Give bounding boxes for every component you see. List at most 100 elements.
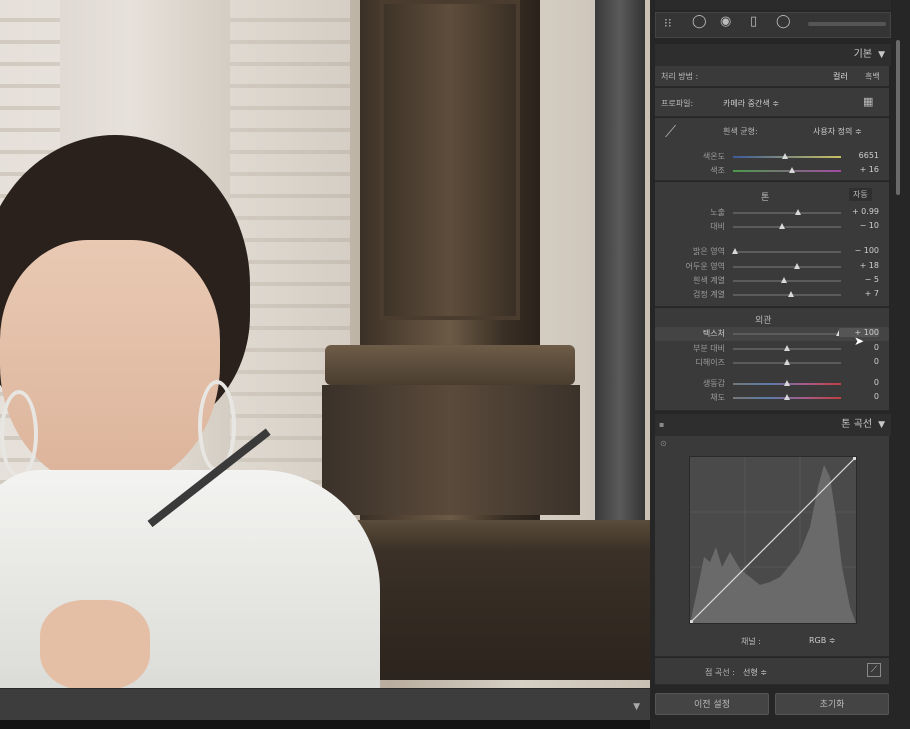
contrast-thumb[interactable] — [778, 223, 785, 229]
shadows-thumb[interactable] — [793, 263, 800, 269]
highlights-thumb[interactable] — [732, 248, 739, 254]
photo-preview[interactable] — [0, 0, 650, 688]
chevron-down-icon: ▼ — [878, 420, 885, 430]
treatment-color-button[interactable]: 컬러 — [833, 71, 848, 82]
tint-slider-row[interactable]: 색조 + 16 — [655, 164, 889, 178]
lamp-pillar-panel — [380, 0, 520, 320]
profile-browser-icon[interactable]: ▦ — [863, 95, 873, 108]
whites-slider-row[interactable]: 흰색 계열 − 5 — [655, 274, 889, 288]
curve-edit-icon[interactable]: ⟋ — [867, 663, 881, 677]
vibrance-value[interactable]: 0 — [839, 378, 879, 387]
temp-slider-row[interactable]: 색온도 6651 — [655, 150, 889, 164]
profile-select[interactable]: 카메라 중간색 ≑ — [723, 98, 779, 109]
shadows-value[interactable]: + 18 — [839, 261, 879, 270]
blacks-slider-row[interactable]: 검정 계열 + 7 — [655, 288, 889, 302]
exposure-label: 노출 — [710, 208, 725, 217]
exposure-value[interactable]: + 0.99 — [839, 207, 879, 216]
texture-label: 텍스처 — [702, 329, 725, 338]
chevron-down-icon: ▼ — [878, 50, 885, 60]
eyedropper-icon[interactable]: ⟋ — [665, 122, 676, 142]
wb-select[interactable]: 사용자 정의 ≑ — [813, 126, 862, 137]
tone-title: 톤 — [761, 193, 770, 203]
tool-strip: ⁝⁝ ◯ ◉ ▯ ◯ — [655, 12, 891, 38]
circle-tool-icon[interactable]: ◯ — [692, 14, 707, 34]
grid-tool-icon[interactable]: ⁝⁝ — [664, 16, 672, 36]
saturation-slider-row[interactable]: 채도 0 — [655, 391, 889, 405]
lamp-pillar-base — [322, 385, 580, 515]
wb-label: 흰색 균형: — [723, 127, 758, 136]
whites-label: 흰색 계열 — [693, 276, 725, 285]
target-adjust-icon[interactable]: ⊙ — [660, 439, 667, 448]
exposure-slider-row[interactable]: 노출 + 0.99 — [655, 206, 889, 220]
contrast-slider-row[interactable]: 대비 − 10 — [655, 220, 889, 234]
saturation-value[interactable]: 0 — [839, 392, 879, 401]
treatment-bw-button[interactable]: 흑백 — [865, 71, 880, 82]
crop-icon[interactable]: ▯ — [750, 14, 757, 34]
blacks-track[interactable] — [733, 294, 841, 296]
blacks-label: 검정 계열 — [693, 290, 725, 299]
whites-value[interactable]: − 5 — [839, 275, 879, 284]
earring — [0, 390, 38, 478]
tonecurve-header[interactable]: ▪ 톤 곡선 ▼ — [655, 414, 891, 436]
dehaze-label: 디헤이즈 — [695, 358, 725, 367]
dehaze-thumb[interactable] — [784, 359, 790, 365]
panel-scrollbar[interactable] — [896, 40, 900, 195]
temp-thumb[interactable] — [781, 153, 788, 159]
slider-icon[interactable] — [808, 22, 886, 26]
tint-thumb[interactable] — [789, 167, 796, 173]
whites-track[interactable] — [733, 280, 841, 282]
reset-button[interactable]: 초기화 — [775, 693, 889, 715]
presence-section: 외관 텍스처 + 100 부분 대비 0 디헤이즈 0 생동감 0 채도 0 — [655, 308, 889, 411]
basic-header[interactable]: 기본 ▼ — [655, 44, 891, 66]
tint-label: 색조 — [710, 166, 725, 175]
tint-value[interactable]: + 16 — [839, 165, 879, 174]
point-curve-label: 점 곡선 : — [705, 668, 735, 677]
blacks-thumb[interactable] — [788, 291, 795, 297]
dehaze-value[interactable]: 0 — [839, 357, 879, 366]
saturation-thumb[interactable] — [784, 394, 790, 400]
temp-label: 색온도 — [702, 152, 725, 161]
panel-top — [655, 0, 891, 10]
panel-switch-icon[interactable]: ▪ — [659, 414, 664, 436]
previous-settings-button[interactable]: 이전 설정 — [655, 693, 769, 715]
contrast-label: 대비 — [710, 222, 725, 231]
radial-filter-icon[interactable]: ◉ — [720, 14, 731, 34]
profile-row: 프로파일: 카메라 중간색 ≑ ▦ — [655, 88, 889, 117]
dehaze-slider-row[interactable]: 디헤이즈 0 — [655, 356, 889, 370]
treatment-row: 처리 방법 : 컬러 흑백 — [655, 66, 889, 87]
vibrance-slider-row[interactable]: 생동감 0 — [655, 377, 889, 391]
spot-icon[interactable]: ◯ — [776, 14, 791, 34]
highlights-slider-row[interactable]: 밝은 영역 − 100 — [655, 245, 889, 259]
contrast-value[interactable]: − 10 — [839, 221, 879, 230]
temp-value[interactable]: 6651 — [839, 151, 879, 160]
tonecurve-svg — [690, 457, 856, 623]
highlights-label: 밝은 영역 — [693, 247, 725, 256]
shadows-label: 어두운 영역 — [685, 262, 725, 271]
whites-thumb[interactable] — [780, 277, 787, 283]
blacks-value[interactable]: + 7 — [839, 289, 879, 298]
tonecurve-graph[interactable] — [689, 456, 857, 624]
saturation-label: 채도 — [710, 393, 725, 402]
highlights-value[interactable]: − 100 — [839, 246, 879, 255]
point-curve-select[interactable]: 선형 ≑ — [743, 667, 767, 678]
shadows-slider-row[interactable]: 어두운 영역 + 18 — [655, 260, 889, 274]
white-balance-section: ⟋ 흰색 균형: 사용자 정의 ≑ 색온도 6651 색조 + 16 — [655, 118, 889, 181]
channel-select[interactable]: RGB ≑ — [809, 636, 836, 645]
tonecurve-title: 톤 곡선 — [841, 419, 873, 430]
vibrance-thumb[interactable] — [784, 380, 790, 386]
exposure-track[interactable] — [733, 212, 841, 214]
contrast-track[interactable] — [733, 226, 841, 228]
basic-title: 기본 — [853, 49, 873, 60]
exposure-thumb[interactable] — [794, 209, 801, 215]
texture-track[interactable] — [733, 333, 841, 335]
tone-auto-button[interactable]: 자동 — [849, 188, 872, 201]
mouse-cursor-icon: ➤ — [854, 334, 865, 348]
tint-track[interactable] — [733, 170, 841, 172]
highlights-track[interactable] — [733, 251, 841, 253]
tone-section: 톤 자동 노출 + 0.99 대비 − 10 밝은 영역 − 100 어두운 영… — [655, 182, 889, 307]
clarity-label: 부분 대비 — [693, 344, 725, 353]
chevron-down-icon[interactable]: ▼ — [633, 702, 640, 712]
profile-label: 프로파일: — [661, 99, 694, 108]
clarity-thumb[interactable] — [784, 345, 790, 351]
shadows-track[interactable] — [733, 266, 841, 268]
